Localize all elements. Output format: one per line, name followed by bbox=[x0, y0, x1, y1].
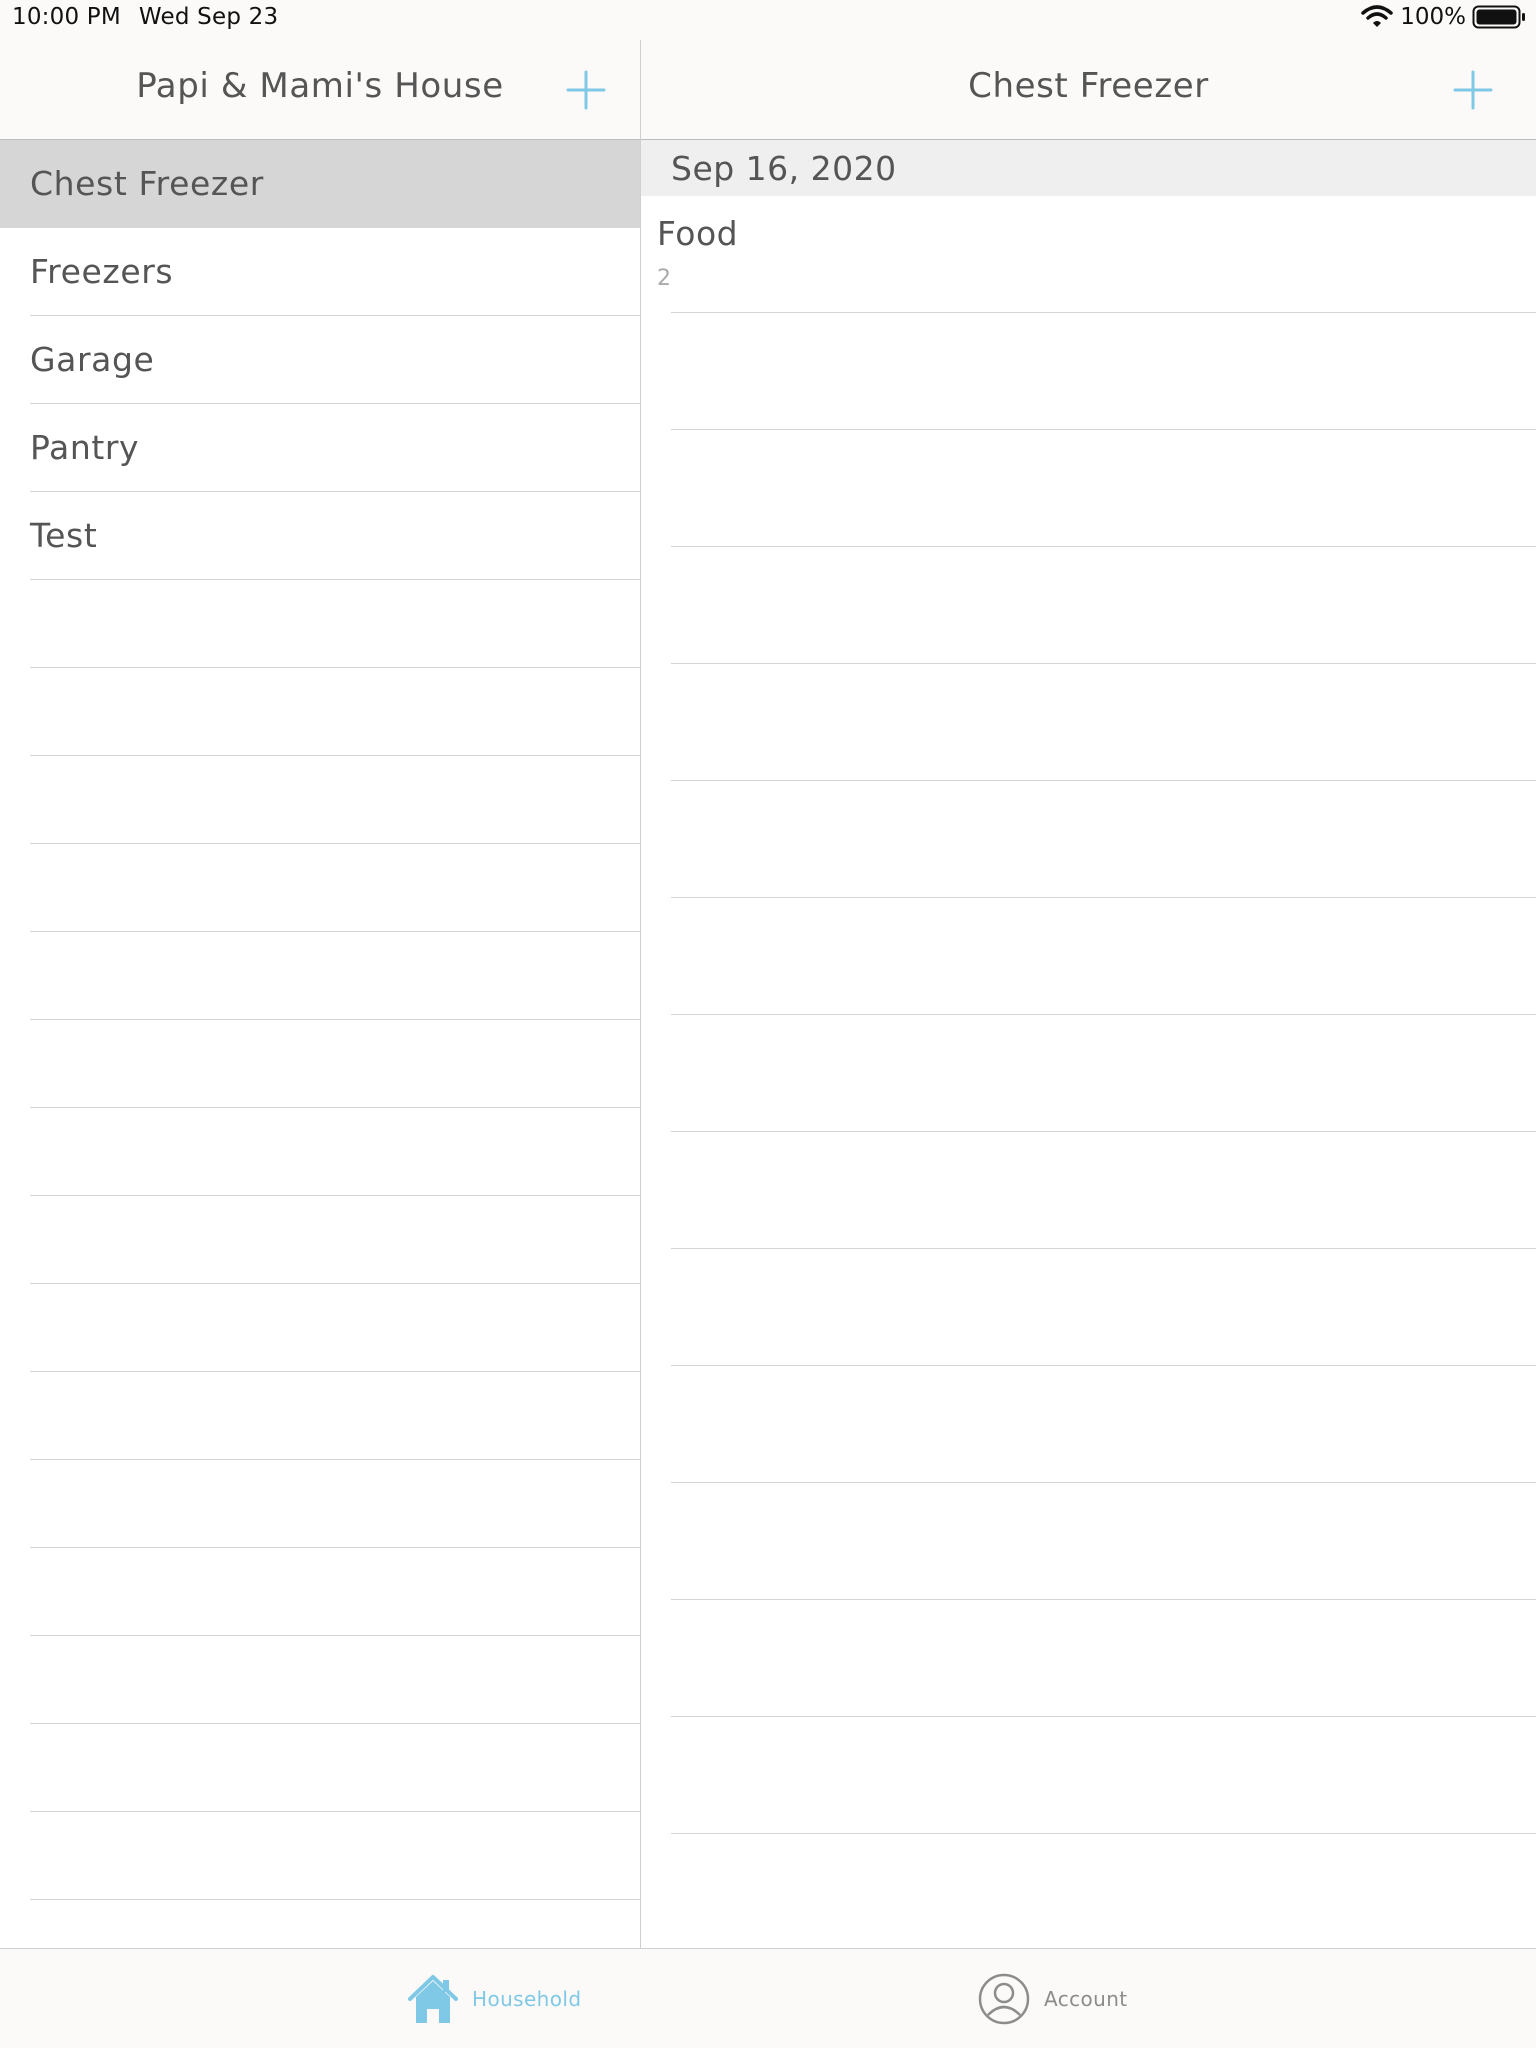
list-item bbox=[0, 668, 640, 756]
row-separator bbox=[671, 1599, 1536, 1600]
house-icon bbox=[408, 1975, 458, 2023]
list-item-label: Garage bbox=[30, 340, 155, 379]
row-separator bbox=[671, 663, 1536, 664]
list-item bbox=[0, 932, 640, 1020]
item-count: 2 bbox=[657, 266, 671, 291]
battery-icon bbox=[1472, 5, 1525, 29]
wifi-icon bbox=[1361, 5, 1393, 27]
row-separator bbox=[671, 429, 1536, 430]
list-item bbox=[0, 1812, 640, 1900]
list-item[interactable]: Test bbox=[0, 492, 640, 580]
add-item-button[interactable] bbox=[1453, 70, 1493, 110]
person-circle-icon bbox=[978, 1973, 1030, 2025]
list-item bbox=[0, 1460, 640, 1548]
row-separator bbox=[671, 312, 1536, 313]
tab-account-label: Account bbox=[1044, 1987, 1128, 2011]
section-date: Sep 16, 2020 bbox=[671, 149, 897, 188]
row-separator bbox=[671, 1248, 1536, 1249]
row-separator bbox=[671, 897, 1536, 898]
row-separator bbox=[671, 1482, 1536, 1483]
status-bar: 10:00 PM Wed Sep 23 100% bbox=[0, 0, 1536, 40]
battery-percent: 100% bbox=[1400, 4, 1466, 30]
list-item-label: Pantry bbox=[30, 428, 140, 467]
list-item-label: Test bbox=[30, 516, 98, 555]
list-item bbox=[0, 1284, 640, 1372]
tab-bar: Household Account bbox=[0, 1948, 1536, 2048]
tab-household-label: Household bbox=[472, 1987, 582, 2011]
plus-icon bbox=[1453, 70, 1493, 110]
detail-title: Chest Freezer bbox=[968, 66, 1209, 106]
row-separator bbox=[671, 1365, 1536, 1366]
status-right: 100% bbox=[1360, 4, 1526, 30]
list-item bbox=[0, 1196, 640, 1284]
list-item[interactable]: Pantry bbox=[0, 404, 640, 492]
list-item bbox=[0, 756, 640, 844]
list-item-label: Freezers bbox=[30, 252, 174, 291]
add-location-button[interactable] bbox=[566, 70, 606, 110]
row-separator bbox=[671, 1833, 1536, 1834]
tab-account[interactable]: Account bbox=[978, 1971, 1128, 2027]
list-item bbox=[0, 580, 640, 668]
list-item bbox=[0, 844, 640, 932]
list-item[interactable]: Freezers bbox=[0, 228, 640, 316]
list-item bbox=[0, 1108, 640, 1196]
list-item[interactable]: Chest Freezer bbox=[0, 140, 640, 228]
list-item bbox=[0, 1636, 640, 1724]
list-item-label: Chest Freezer bbox=[30, 164, 264, 203]
list-item bbox=[0, 1020, 640, 1108]
plus-icon bbox=[566, 70, 606, 110]
item-name: Food bbox=[657, 214, 739, 253]
status-date: Wed Sep 23 bbox=[138, 4, 279, 30]
tab-household[interactable]: Household bbox=[408, 1971, 581, 2027]
status-left: 10:00 PM Wed Sep 23 bbox=[12, 4, 278, 30]
row-separator bbox=[671, 1131, 1536, 1132]
row-separator bbox=[671, 780, 1536, 781]
list-item bbox=[0, 1372, 640, 1460]
item-row[interactable]: Food 2 bbox=[641, 196, 1536, 313]
row-separator bbox=[671, 1014, 1536, 1015]
location-list: Chest Freezer Freezers Garage Pantry Test bbox=[0, 140, 640, 1988]
status-time: 10:00 PM bbox=[12, 4, 121, 30]
date-section-header: Sep 16, 2020 bbox=[641, 140, 1536, 196]
row-separator bbox=[671, 1716, 1536, 1717]
list-item bbox=[0, 1548, 640, 1636]
sidebar-pane: Papi & Mami's House Chest Freezer Freezer… bbox=[0, 0, 640, 1988]
list-item bbox=[0, 1724, 640, 1812]
list-item[interactable]: Garage bbox=[0, 316, 640, 404]
row-separator bbox=[671, 546, 1536, 547]
detail-pane: Chest Freezer Sep 16, 2020 Food 2 bbox=[641, 0, 1536, 1948]
household-title: Papi & Mami's House bbox=[136, 66, 504, 106]
